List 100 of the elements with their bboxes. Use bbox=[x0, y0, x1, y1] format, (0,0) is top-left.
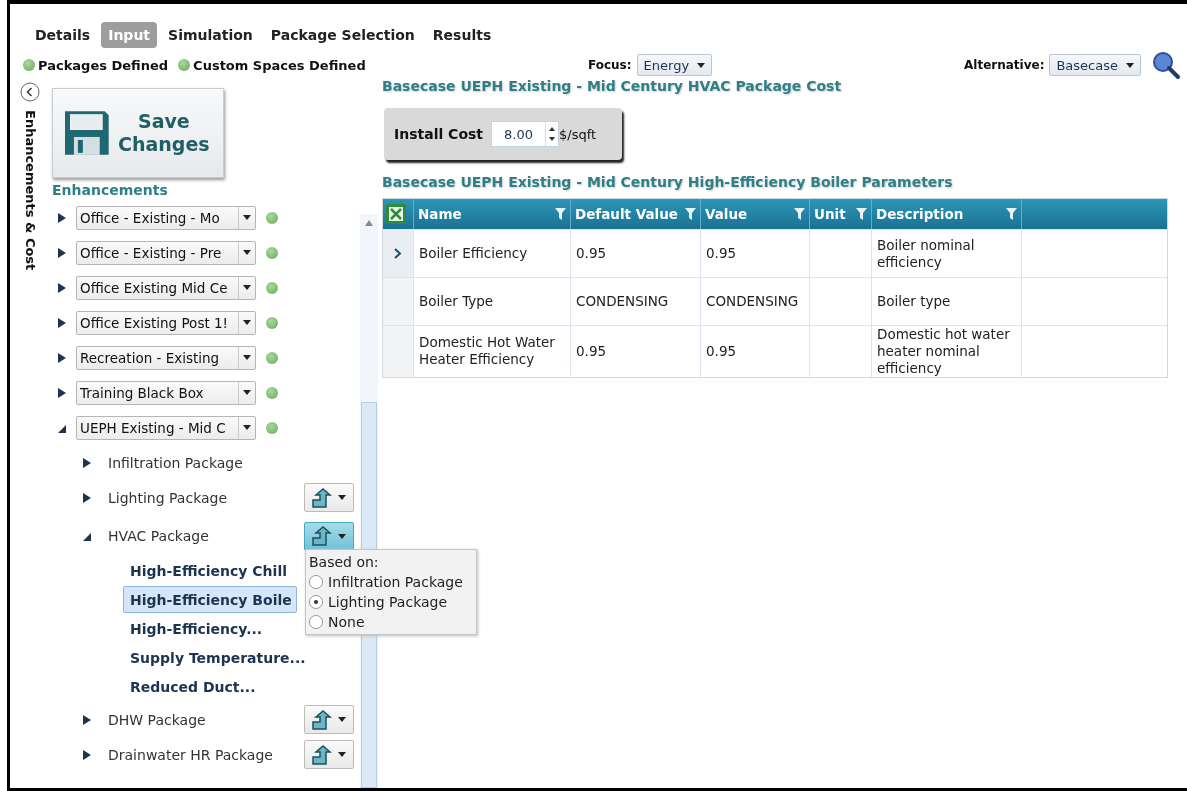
expand-arrow-icon[interactable] bbox=[58, 247, 66, 258]
column-header[interactable]: Unit bbox=[809, 199, 871, 229]
column-header[interactable]: Value bbox=[700, 199, 809, 229]
caret-icon bbox=[338, 752, 346, 757]
radio-button[interactable] bbox=[309, 575, 323, 589]
caret-icon bbox=[243, 285, 251, 290]
table-cell: Domestic hot water heater nominal efficiency bbox=[871, 325, 1021, 377]
caret-icon bbox=[243, 250, 251, 255]
based-on-button[interactable] bbox=[304, 740, 354, 769]
table-cell bbox=[809, 277, 871, 325]
focus-select[interactable]: Energy bbox=[636, 54, 713, 76]
building-select[interactable]: Office - Existing - Mo bbox=[76, 205, 256, 230]
package-label[interactable]: DHW Package bbox=[108, 711, 304, 728]
based-on-button[interactable] bbox=[304, 483, 354, 512]
building-select[interactable]: Office Existing Post 1! bbox=[76, 310, 256, 335]
caret-icon bbox=[243, 215, 251, 220]
expand-arrow-icon[interactable] bbox=[58, 317, 66, 328]
install-cost-field[interactable]: 8.00 bbox=[491, 121, 560, 147]
caret-icon bbox=[1126, 62, 1134, 68]
search-icon[interactable] bbox=[1151, 50, 1181, 80]
caret-icon bbox=[338, 717, 346, 722]
radio-button[interactable] bbox=[309, 595, 323, 609]
section-title: Basecase UEPH Existing - Mid Century HVAC Package Cost bbox=[382, 78, 843, 94]
radio-option[interactable]: Lighting Package bbox=[309, 594, 476, 610]
filter-icon[interactable] bbox=[685, 208, 696, 220]
measure-item[interactable]: High-Efficiency Boile bbox=[123, 586, 297, 613]
table-cell: Domestic Hot Water Heater Efficiency bbox=[413, 325, 570, 377]
collapse-panel-button[interactable] bbox=[20, 82, 40, 102]
caret-icon bbox=[243, 320, 251, 325]
alternative-select[interactable]: Basecase bbox=[1049, 54, 1141, 76]
caret-icon bbox=[243, 390, 251, 395]
table-cell: CONDENSING bbox=[700, 277, 809, 325]
table-cell: 0.95 bbox=[700, 229, 809, 277]
table-cell: 0.95 bbox=[570, 229, 700, 277]
caret-icon bbox=[697, 62, 706, 68]
tab[interactable]: Details bbox=[28, 22, 98, 48]
measure-item[interactable]: High-Efficiency... bbox=[123, 615, 293, 642]
side-tab[interactable]: Enhancements & Cost bbox=[22, 110, 38, 271]
alternative-label: Alternative: bbox=[964, 58, 1045, 72]
step-up-arrow-icon bbox=[312, 744, 332, 765]
radio-option[interactable]: Infiltration Package bbox=[309, 574, 476, 590]
based-on-button[interactable] bbox=[304, 705, 354, 734]
expand-arrow-icon[interactable] bbox=[58, 387, 66, 398]
table-cell: CONDENSING bbox=[570, 277, 700, 325]
filter-icon[interactable] bbox=[1006, 208, 1017, 220]
measure-item[interactable]: Supply Temperature... bbox=[123, 644, 311, 671]
section-title: Enhancements bbox=[52, 182, 169, 198]
caret-icon bbox=[243, 425, 251, 430]
column-header[interactable]: Description bbox=[871, 199, 1021, 229]
filter-icon[interactable] bbox=[856, 208, 867, 220]
tab[interactable]: Simulation bbox=[161, 22, 260, 48]
expand-arrow-icon[interactable] bbox=[58, 352, 66, 363]
step-up-arrow-icon bbox=[312, 487, 332, 508]
expand-arrow-icon[interactable] bbox=[83, 492, 91, 503]
building-select[interactable]: Recreation - Existing bbox=[76, 345, 256, 370]
building-select[interactable]: Office Existing Mid Ce bbox=[76, 275, 256, 300]
package-label[interactable]: HVAC Package bbox=[108, 528, 304, 544]
caret-icon bbox=[338, 495, 346, 500]
column-header[interactable]: Default Value bbox=[570, 199, 700, 229]
install-cost-label: Install Cost bbox=[394, 126, 484, 142]
save-button[interactable]: Save Changes bbox=[52, 88, 224, 178]
building-select[interactable]: UEPH Existing - Mid C bbox=[76, 415, 256, 440]
table-cell: 0.95 bbox=[570, 325, 700, 377]
based-on-button[interactable] bbox=[304, 521, 354, 551]
unit-label: $/sqft bbox=[559, 126, 597, 142]
filter-icon[interactable] bbox=[794, 208, 805, 220]
collapse-arrow-icon[interactable] bbox=[83, 531, 91, 541]
table-cell bbox=[809, 229, 871, 277]
scroll-up-arrow-icon[interactable] bbox=[365, 220, 373, 226]
expand-arrow-icon[interactable] bbox=[83, 457, 91, 468]
measure-item[interactable]: High-Efficiency Chill bbox=[123, 557, 293, 584]
table-cell: Boiler nominal efficiency bbox=[871, 229, 1021, 277]
building-select[interactable]: Office - Existing - Pre bbox=[76, 240, 256, 265]
expand-arrow-icon[interactable] bbox=[58, 212, 66, 223]
caret-icon bbox=[338, 533, 346, 539]
expand-arrow-icon[interactable] bbox=[83, 749, 91, 760]
table-cell bbox=[809, 325, 871, 377]
excel-export-icon[interactable] bbox=[386, 204, 406, 224]
status-label: Custom Spaces Defined bbox=[193, 57, 366, 73]
table-cell: Boiler type bbox=[871, 277, 1021, 325]
menu-title: Based on: bbox=[309, 554, 380, 570]
status-label: Packages Defined bbox=[38, 57, 169, 73]
radio-button[interactable] bbox=[309, 615, 323, 629]
package-label[interactable]: Lighting Package bbox=[108, 489, 304, 506]
radio-option[interactable]: None bbox=[309, 614, 476, 630]
package-label[interactable]: Infiltration Package bbox=[108, 454, 360, 471]
step-up-arrow-icon bbox=[312, 709, 332, 730]
measure-item[interactable]: Reduced Duct... bbox=[123, 673, 293, 700]
table-cell: Boiler Efficiency bbox=[413, 229, 570, 277]
expand-arrow-icon[interactable] bbox=[83, 714, 91, 725]
focus-label: Focus: bbox=[588, 58, 632, 72]
expand-arrow-icon[interactable] bbox=[58, 282, 66, 293]
package-label[interactable]: Drainwater HR Package bbox=[108, 746, 304, 763]
filter-icon[interactable] bbox=[555, 208, 566, 220]
tab[interactable]: Package Selection bbox=[263, 22, 422, 48]
column-header[interactable]: Name bbox=[413, 199, 570, 229]
section-title: Basecase UEPH Existing - Mid Century High-Efficiency Boiler Parameters bbox=[382, 174, 954, 190]
table-cell: Boiler Type bbox=[413, 277, 570, 325]
tab[interactable]: Results bbox=[425, 22, 499, 48]
building-select[interactable]: Training Black Box bbox=[76, 380, 256, 405]
